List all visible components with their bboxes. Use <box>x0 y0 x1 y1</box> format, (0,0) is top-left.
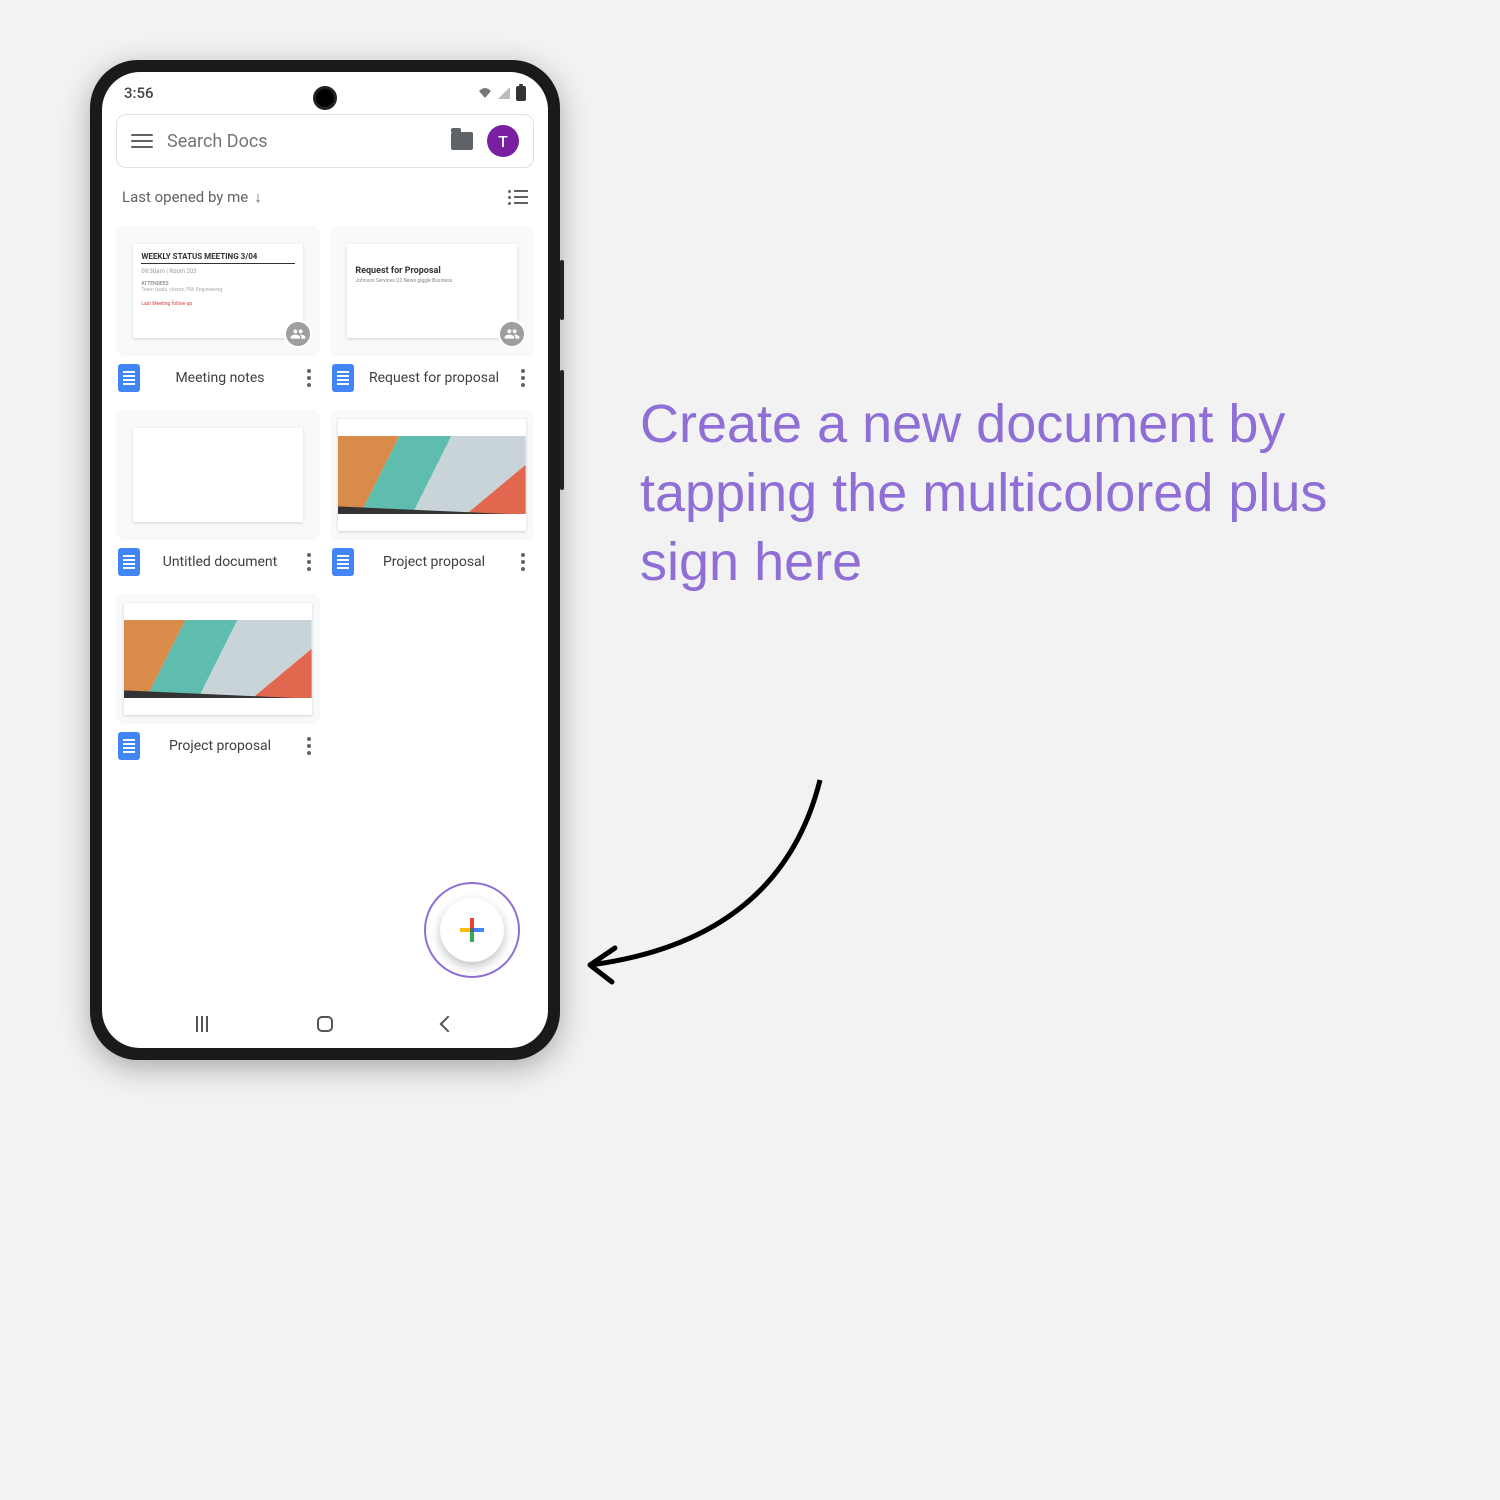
doc-card[interactable]: WEEKLY STATUS MEETING 3/04 09:30am | Roo… <box>116 226 320 400</box>
arrow-down-icon: ↓ <box>254 188 262 206</box>
fab-highlight <box>424 882 520 978</box>
avatar[interactable]: T <box>487 125 519 157</box>
camera-cutout <box>313 86 337 110</box>
doc-thumbnail <box>116 594 320 724</box>
volume-button <box>560 370 564 490</box>
docs-file-icon <box>118 732 140 760</box>
more-icon[interactable] <box>514 553 532 571</box>
doc-thumbnail <box>330 410 534 540</box>
menu-icon[interactable] <box>131 134 153 148</box>
status-time: 3:56 <box>124 84 154 102</box>
docs-file-icon <box>332 364 354 392</box>
doc-card[interactable]: Untitled document <box>116 410 320 584</box>
doc-title: Request for proposal <box>360 370 508 387</box>
docs-file-icon <box>118 548 140 576</box>
doc-thumbnail: Request for Proposal Johnson Services Q2… <box>330 226 534 356</box>
shared-icon <box>284 320 312 348</box>
docs-file-icon <box>118 364 140 392</box>
nav-home-icon[interactable] <box>317 1016 333 1032</box>
battery-icon <box>516 86 526 101</box>
screen: 3:56 Search Docs T Last opened by me ↓ <box>102 72 548 1048</box>
doc-title: Project proposal <box>146 738 294 755</box>
signal-icon <box>498 87 510 99</box>
phone-frame: 3:56 Search Docs T Last opened by me ↓ <box>90 60 560 1060</box>
new-document-fab[interactable] <box>440 898 504 962</box>
more-icon[interactable] <box>300 369 318 387</box>
doc-card[interactable]: Request for Proposal Johnson Services Q2… <box>330 226 534 400</box>
callout-text: Create a new document by tapping the mul… <box>640 390 1360 597</box>
more-icon[interactable] <box>300 737 318 755</box>
folder-icon[interactable] <box>451 132 473 150</box>
more-icon[interactable] <box>514 369 532 387</box>
doc-thumbnail <box>116 410 320 540</box>
doc-thumbnail: WEEKLY STATUS MEETING 3/04 09:30am | Roo… <box>116 226 320 356</box>
doc-title: Meeting notes <box>146 370 294 387</box>
power-button <box>560 260 564 320</box>
more-icon[interactable] <box>300 553 318 571</box>
callout-arrow-icon <box>560 770 840 990</box>
sort-row: Last opened by me ↓ <box>102 174 548 220</box>
docs-file-icon <box>332 548 354 576</box>
search-bar[interactable]: Search Docs T <box>116 114 534 168</box>
shared-icon <box>498 320 526 348</box>
nav-recent-icon[interactable] <box>196 1016 208 1032</box>
android-nav-bar <box>102 1000 548 1048</box>
wifi-icon <box>478 87 492 99</box>
sort-label: Last opened by me <box>122 188 248 206</box>
doc-title: Project proposal <box>360 554 508 571</box>
view-toggle-icon[interactable] <box>508 190 528 205</box>
search-input[interactable]: Search Docs <box>167 131 437 152</box>
sort-button[interactable]: Last opened by me ↓ <box>122 188 262 206</box>
doc-card[interactable]: Project proposal <box>330 410 534 584</box>
doc-title: Untitled document <box>146 554 294 571</box>
nav-back-icon[interactable] <box>439 1016 456 1033</box>
plus-icon <box>458 916 486 944</box>
doc-card[interactable]: Project proposal <box>116 594 320 768</box>
